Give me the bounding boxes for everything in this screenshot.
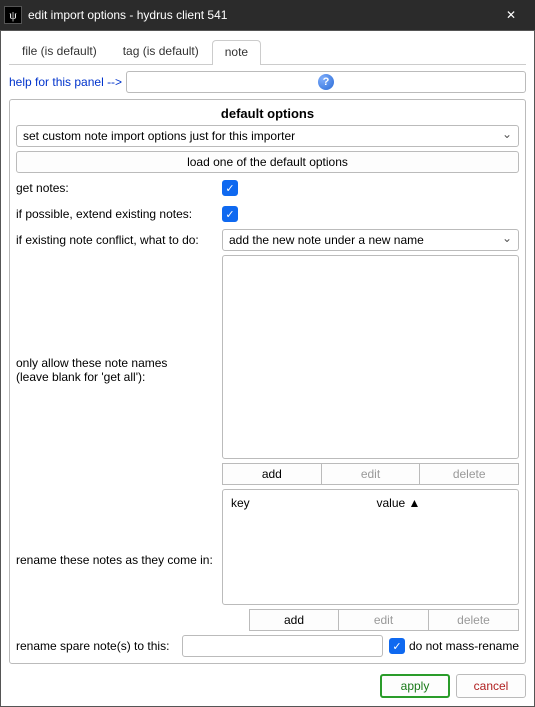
window-title: edit import options - hydrus client 541 <box>28 8 491 22</box>
rename-edit-button[interactable]: edit <box>339 609 429 631</box>
conflict-select-value: add the new note under a new name <box>229 233 424 247</box>
allow-names-label-1: only allow these note names <box>16 356 216 370</box>
get-notes-label: get notes: <box>16 181 216 195</box>
apply-button[interactable]: apply <box>380 674 450 698</box>
conflict-select[interactable]: add the new note under a new name <box>222 229 519 251</box>
help-link[interactable]: help for this panel --> <box>9 75 122 89</box>
tab-tag[interactable]: tag (is default) <box>110 39 212 64</box>
default-options-group: default options set custom note import o… <box>9 99 526 664</box>
help-question-icon: ? <box>318 74 334 90</box>
rename-col-value[interactable]: value ▲ <box>373 494 425 512</box>
allow-names-delete-button[interactable]: delete <box>420 463 519 485</box>
allow-names-edit-button[interactable]: edit <box>322 463 421 485</box>
group-title: default options <box>16 106 519 121</box>
cancel-button[interactable]: cancel <box>456 674 526 698</box>
load-defaults-button[interactable]: load one of the default options <box>16 151 519 173</box>
no-mass-rename-label: do not mass-rename <box>409 639 519 653</box>
no-mass-rename-checkbox[interactable]: ✓ <box>389 638 405 654</box>
allow-names-label-2: (leave blank for 'get all'): <box>16 370 216 384</box>
extend-notes-checkbox[interactable]: ✓ <box>222 206 238 222</box>
allow-names-add-button[interactable]: add <box>222 463 322 485</box>
tab-bar: file (is default) tag (is default) note <box>9 39 526 65</box>
tab-file[interactable]: file (is default) <box>9 39 110 64</box>
tab-note[interactable]: note <box>212 40 261 65</box>
rename-add-button[interactable]: add <box>249 609 339 631</box>
extend-notes-label: if possible, extend existing notes: <box>16 207 216 221</box>
rename-incoming-listbox[interactable]: key value ▲ <box>222 489 519 605</box>
get-notes-checkbox[interactable]: ✓ <box>222 180 238 196</box>
rename-spare-input[interactable] <box>182 635 383 657</box>
rename-spare-label: rename spare note(s) to this: <box>16 639 176 653</box>
app-icon: ψ <box>4 6 22 24</box>
rename-delete-button[interactable]: delete <box>429 609 519 631</box>
allow-names-listbox[interactable] <box>222 255 519 459</box>
rename-col-key[interactable]: key <box>227 494 371 512</box>
conflict-label: if existing note conflict, what to do: <box>16 233 216 247</box>
mode-select-value: set custom note import options just for … <box>23 129 295 143</box>
help-target-box[interactable]: ? <box>126 71 526 93</box>
mode-select[interactable]: set custom note import options just for … <box>16 125 519 147</box>
rename-incoming-label: rename these notes as they come in: <box>16 553 216 567</box>
close-button[interactable]: ✕ <box>491 1 531 29</box>
